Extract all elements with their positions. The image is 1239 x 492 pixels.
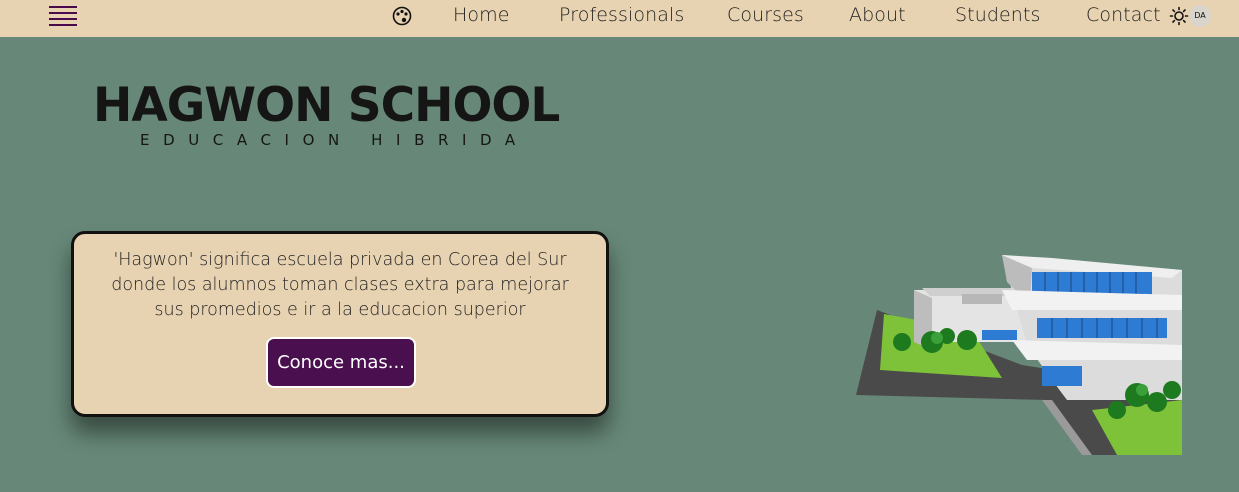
intro-card: 'Hagwon' significa escuela privada en Co… — [71, 231, 609, 417]
nav-link-home[interactable]: Home — [453, 4, 510, 26]
page-subtitle: EDUCACION HIBRIDA — [140, 131, 529, 149]
nav-link-courses[interactable]: Courses — [727, 4, 804, 26]
nav-link-contact[interactable]: Contact — [1086, 4, 1161, 26]
sun-icon[interactable] — [1169, 6, 1189, 26]
nav-link-students[interactable]: Students — [955, 4, 1041, 26]
nav-link-professionals[interactable]: Professionals — [559, 4, 684, 26]
language-badge[interactable]: DA — [1189, 5, 1211, 27]
hamburger-menu-icon[interactable] — [49, 4, 77, 28]
nav-link-about[interactable]: About — [849, 4, 906, 26]
page-title: HAGWON SCHOOL — [93, 78, 560, 133]
palette-icon[interactable] — [392, 6, 412, 26]
intro-text: 'Hagwon' significa escuela privada en Co… — [111, 250, 569, 320]
top-navbar: Home Professionals Courses About Student… — [0, 0, 1239, 37]
school-building-illustration — [856, 255, 1182, 455]
learn-more-button[interactable]: Conoce mas... — [266, 337, 416, 388]
